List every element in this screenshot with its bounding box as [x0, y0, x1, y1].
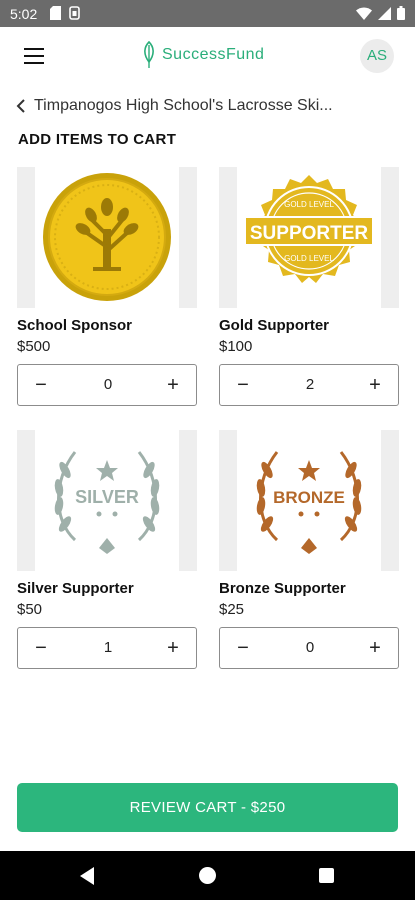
decrement-button[interactable]: −	[232, 374, 254, 396]
bronze-laurel-icon: BRONZE	[256, 451, 362, 554]
quantity-stepper: − 0 +	[219, 627, 399, 669]
item-image: BRONZE	[219, 430, 399, 571]
badge-subtext-bottom: GOLD LEVEL	[284, 254, 334, 263]
page-title: ADD ITEMS TO CART	[18, 131, 177, 148]
leaf-icon	[144, 41, 154, 68]
status-notification-icons	[50, 6, 80, 20]
item-card-gold-supporter: SUPPORTER GOLD LEVEL GOLD LEVEL Gold Sup…	[219, 167, 399, 406]
decrement-button[interactable]: −	[30, 374, 52, 396]
badge-subtext-top: GOLD LEVEL	[284, 200, 334, 209]
increment-button[interactable]: +	[364, 637, 386, 659]
increment-button[interactable]: +	[162, 374, 184, 396]
item-image	[17, 167, 197, 308]
avatar[interactable]: AS	[360, 39, 394, 73]
battery-icon	[397, 6, 405, 20]
review-cart-button[interactable]: REVIEW CART - $250	[17, 783, 398, 832]
signal-icon	[378, 6, 391, 20]
item-card-silver-supporter: SILVER Silver Supporter $50 − 1 +	[17, 430, 197, 669]
gold-tree-coin-icon	[43, 173, 171, 301]
system-nav-bar	[0, 851, 415, 900]
item-image: SUPPORTER GOLD LEVEL GOLD LEVEL	[219, 167, 399, 308]
quantity-stepper: − 1 +	[17, 627, 197, 669]
item-name: School Sponsor	[17, 317, 133, 334]
item-price: $100	[219, 338, 253, 355]
back-chevron-icon[interactable]	[16, 99, 26, 113]
sim-icon	[69, 6, 80, 20]
item-name: Silver Supporter	[17, 580, 134, 597]
silver-laurel-icon: SILVER	[54, 451, 160, 554]
app-bar: SuccessFund AS	[0, 27, 415, 85]
item-card-bronze-supporter: BRONZE Bronze Supporter $25 − 0 +	[219, 430, 399, 669]
quantity-value[interactable]: 1	[78, 639, 138, 656]
status-time: 5:02	[10, 6, 38, 22]
decrement-button[interactable]: −	[30, 637, 52, 659]
item-price: $50	[17, 601, 43, 618]
campaign-title[interactable]: Timpanogos High School's Lacrosse Ski...	[34, 97, 333, 115]
increment-button[interactable]: +	[162, 637, 184, 659]
item-card-school-sponsor: School Sponsor $500 − 0 +	[17, 167, 197, 406]
badge-text: SUPPORTER	[250, 223, 369, 244]
item-name: Bronze Supporter	[219, 580, 346, 597]
item-name: Gold Supporter	[219, 317, 329, 334]
quantity-value[interactable]: 0	[78, 376, 138, 393]
nav-back-icon[interactable]	[80, 867, 94, 885]
badge-text: SILVER	[75, 487, 139, 507]
gold-supporter-seal-icon: SUPPORTER GOLD LEVEL GOLD LEVEL	[244, 175, 374, 283]
status-system-icons	[356, 6, 405, 20]
badge-text: BRONZE	[273, 488, 345, 507]
nav-home-icon[interactable]	[199, 867, 216, 884]
menu-icon[interactable]	[24, 48, 44, 64]
item-price: $500	[17, 338, 51, 355]
item-price: $25	[219, 601, 245, 618]
increment-button[interactable]: +	[364, 374, 386, 396]
quantity-value[interactable]: 0	[280, 639, 340, 656]
status-bar: 5:02	[0, 0, 415, 27]
quantity-stepper: − 0 +	[17, 364, 197, 406]
sd-card-icon	[50, 6, 61, 20]
item-image: SILVER	[17, 430, 197, 571]
quantity-value[interactable]: 2	[280, 376, 340, 393]
breadcrumb[interactable]: Timpanogos High School's Lacrosse Ski...	[16, 97, 333, 115]
wifi-icon	[356, 7, 372, 20]
nav-recents-icon[interactable]	[319, 868, 334, 883]
decrement-button[interactable]: −	[232, 637, 254, 659]
brand-logo: SuccessFund	[142, 41, 264, 69]
brand-name: SuccessFund	[162, 46, 265, 63]
quantity-stepper: − 2 +	[219, 364, 399, 406]
